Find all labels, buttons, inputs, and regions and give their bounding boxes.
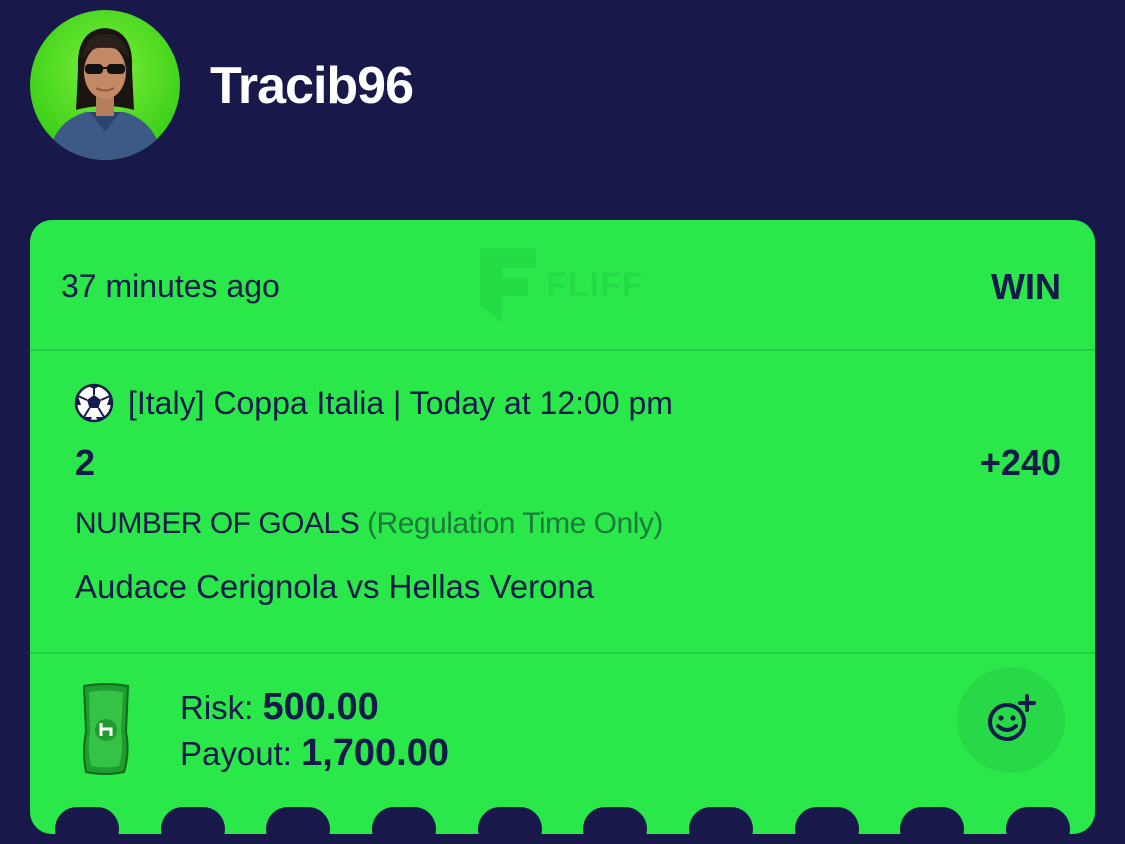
ticket-notch (689, 807, 753, 834)
avatar-image (48, 28, 162, 160)
time-ago: 37 minutes ago (61, 268, 280, 304)
market-label: NUMBER OF GOALS (Regulation Time Only) (75, 507, 663, 541)
username[interactable]: Tracib96 (210, 56, 414, 116)
header-divider (30, 349, 1095, 351)
ticket-notch (266, 807, 330, 834)
result-badge: WIN (991, 266, 1061, 307)
brand-watermark: FLIFF (478, 244, 658, 328)
add-reaction-button[interactable] (957, 667, 1065, 773)
matchup: Audace Cerignola vs Hellas Verona (75, 568, 595, 605)
footer-divider (30, 652, 1095, 654)
avatar[interactable] (30, 10, 180, 160)
payout-value: 1,700.00 (301, 732, 450, 774)
ticket-notch (900, 807, 964, 834)
add-reaction-icon (988, 694, 1036, 741)
soccer-ball-icon (74, 383, 114, 423)
risk-row: Risk: 500.00 (180, 686, 379, 729)
ticket-notch (1006, 807, 1070, 834)
bet-card-header: 37 minutes ago FLIFF WIN (30, 220, 1095, 350)
brand-name: FLIFF (546, 266, 644, 304)
bet-selection: 2 (75, 442, 96, 483)
ticket-notch (478, 807, 542, 834)
league-row: [Italy] Coppa Italia | Today at 12:00 pm (74, 383, 673, 423)
payout-row: Payout: 1,700.00 (180, 732, 449, 775)
market-note: (Regulation Time Only) (367, 507, 663, 540)
risk-value: 500.00 (262, 686, 379, 728)
fliff-logo-icon (480, 248, 536, 322)
ticket-notch (161, 807, 225, 834)
ticket-notch (583, 807, 647, 834)
risk-label: Risk: (180, 689, 254, 726)
market-name: NUMBER OF GOALS (75, 507, 360, 540)
ticket-notch (372, 807, 436, 834)
payout-label: Payout: (180, 735, 292, 772)
ticket-notch (795, 807, 859, 834)
ticket-notch (55, 807, 119, 834)
bet-card[interactable]: 37 minutes ago FLIFF WIN [Italy] Coppa I… (30, 220, 1095, 834)
league-info: [Italy] Coppa Italia | Today at 12:00 pm (128, 384, 673, 421)
cash-icon (82, 683, 130, 775)
bet-odds: +240 (979, 442, 1061, 483)
